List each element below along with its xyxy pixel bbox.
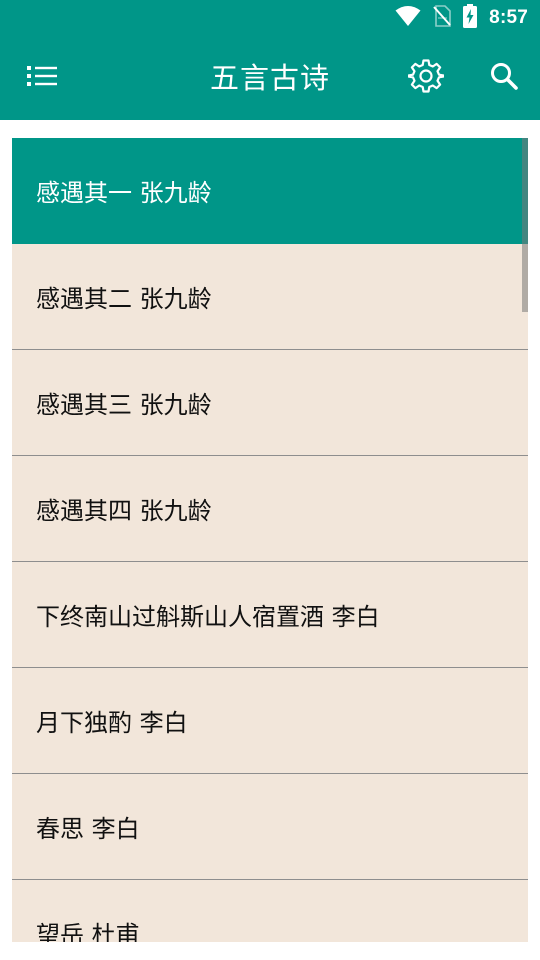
poem-title-label: 望岳 杜甫 xyxy=(36,921,140,942)
menu-button[interactable] xyxy=(20,56,64,100)
app-bar: 五言古诗 xyxy=(0,36,540,120)
gear-icon xyxy=(407,58,445,98)
poem-list: 感遇其一 张九龄 感遇其二 张九龄 感遇其三 张九龄 感遇其四 张九龄下终南山过斛斯山… xyxy=(12,138,528,942)
list-item[interactable]: 感遇其三 张九龄 xyxy=(12,350,528,456)
poem-title-label: 下终南山过斛斯山人宿置酒 李白 xyxy=(36,603,380,631)
list-menu-icon xyxy=(27,64,57,92)
poem-list-container[interactable]: 感遇其一 张九龄 感遇其二 张九龄 感遇其三 张九龄 感遇其四 张九龄下终南山过斛斯山… xyxy=(12,138,528,942)
battery-charging-icon xyxy=(463,4,478,32)
search-button[interactable] xyxy=(482,56,526,100)
poem-title-label: 感遇其四 张九龄 xyxy=(36,497,212,525)
poem-title-label: 感遇其二 张九龄 xyxy=(36,285,212,313)
list-item[interactable]: 感遇其二 张九龄 xyxy=(12,244,528,350)
list-item[interactable]: 月下独酌 李白 xyxy=(12,668,528,774)
list-item[interactable]: 望岳 杜甫 xyxy=(12,880,528,942)
scrollbar-thumb[interactable] xyxy=(522,138,528,312)
settings-button[interactable] xyxy=(404,56,448,100)
poem-title-label: 感遇其一 张九龄 xyxy=(36,179,212,207)
no-sim-icon xyxy=(433,5,451,31)
list-item[interactable]: 感遇其四 张九龄 xyxy=(12,456,528,562)
status-bar: 8:57 xyxy=(0,0,540,36)
list-item[interactable]: 感遇其一 张九龄 xyxy=(12,138,528,244)
status-time: 8:57 xyxy=(489,7,528,28)
list-item[interactable]: 下终南山过斛斯山人宿置酒 李白 xyxy=(12,562,528,668)
poem-title-label: 感遇其三 张九龄 xyxy=(36,391,212,419)
search-icon xyxy=(489,61,519,95)
wifi-icon xyxy=(395,5,421,31)
poem-title-label: 春思 李白 xyxy=(36,815,140,843)
list-item[interactable]: 春思 李白 xyxy=(12,774,528,880)
status-icons: 8:57 xyxy=(395,0,528,36)
page-title: 五言古诗 xyxy=(209,61,330,95)
poem-title-label: 月下独酌 李白 xyxy=(36,709,188,737)
